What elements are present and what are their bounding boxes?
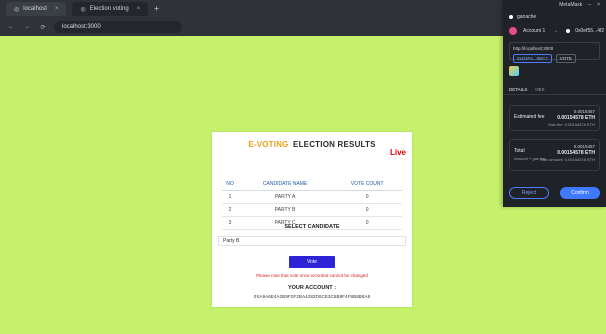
select-candidate-title: SELECT CANDIDATE	[284, 224, 340, 230]
accounts-row: Account 1 → 0x0ef55...4f2	[503, 24, 606, 38]
reject-button[interactable]: Reject	[509, 187, 549, 199]
metamask-popup: MetaMask – × ganache Account 1 → 0x0ef55…	[503, 0, 606, 207]
estimated-fee-eth: 0.00154578 ETH	[557, 115, 595, 121]
confirm-button[interactable]: Confirm	[560, 187, 600, 199]
account-value: 0XA9A6E4A2B9F0F2BA4282D0CE3C5B8F4F8B8B8A…	[253, 294, 371, 299]
cell-votes: 0	[332, 190, 402, 204]
new-tab-icon[interactable]: +	[154, 5, 159, 13]
col-no: NO	[222, 178, 238, 191]
cell-candidate: PARTY B	[237, 203, 333, 217]
account-from: Account 1	[523, 28, 546, 34]
total-usd: 0.0015457	[573, 144, 595, 149]
tab-favicon-icon: ◎	[14, 6, 20, 13]
avatar	[509, 27, 517, 35]
metamask-tabs: DETAILS HEX	[503, 84, 606, 95]
col-votes: VOTE COUNT	[332, 178, 402, 191]
total-label: Total	[514, 148, 525, 154]
address-text: localhost:3000	[62, 24, 101, 30]
metamask-titlebar: MetaMask – ×	[503, 0, 606, 10]
reload-icon[interactable]: ⟳	[38, 24, 48, 31]
close-icon[interactable]: ×	[55, 6, 59, 12]
forward-icon[interactable]: →	[22, 24, 32, 30]
arrow-right-icon: →	[553, 28, 559, 34]
col-candidate: CANDIDATE NAME	[237, 178, 333, 191]
cell-votes: 0	[332, 203, 402, 217]
tab-label: localhost	[23, 6, 47, 12]
voting-card: E-VOTING ELECTION RESULTS Live NO CANDID…	[212, 132, 412, 307]
tab-details[interactable]: DETAILS	[509, 87, 527, 92]
estimated-fee-card: Estimated fee 0.0015457 0.00154578 ETH M…	[509, 105, 600, 131]
candidate-select-value: Party B	[223, 238, 240, 244]
tab-label: Election voting	[89, 6, 129, 12]
network-name: ganache	[517, 14, 537, 20]
contract-pill: 0xD3F6...8BC7 VOTE	[513, 54, 596, 63]
vote-note: Please note that vote once recorded cann…	[256, 273, 368, 278]
back-icon[interactable]: ←	[6, 24, 16, 30]
estimated-fee-max: Max fee: 0.00154578 ETH	[548, 122, 595, 127]
metamask-actions: Reject Confirm	[509, 187, 600, 199]
total-max: Max amount: 0.00154578 ETH	[540, 157, 595, 162]
tab-hex[interactable]: HEX	[535, 87, 544, 92]
close-icon[interactable]: ×	[137, 6, 141, 12]
cell-no: 1	[222, 190, 238, 204]
metamask-title: MetaMask	[559, 2, 583, 8]
total-card: Total Amount + gas fee 0.0015457 0.00154…	[509, 139, 600, 171]
network-dot-icon	[509, 15, 513, 19]
minimize-icon[interactable]: –	[588, 2, 591, 8]
title-evoting: E-VOTING	[248, 140, 289, 149]
site-info: http://localhost:3000 0xD3F6...8BC7 VOTE	[509, 42, 600, 63]
recipient-dot-icon	[566, 29, 571, 33]
candidate-select[interactable]: Party B	[218, 236, 406, 246]
estimated-fee-usd: 0.0015457	[573, 109, 595, 114]
table-row: 1 PARTY A 0	[222, 190, 402, 204]
results-table: NO CANDIDATE NAME VOTE COUNT 1 PARTY A 0…	[222, 178, 402, 230]
close-icon[interactable]: ×	[597, 2, 600, 8]
account-to: 0x0ef55...4f2	[575, 28, 605, 34]
tab-favicon-icon: ◎	[80, 6, 86, 13]
token-icon	[509, 66, 519, 76]
tab-election-voting[interactable]: ◎ Election voting ×	[72, 2, 149, 16]
estimated-fee-label: Estimated fee	[514, 114, 545, 120]
total-eth: 0.00154578 ETH	[557, 150, 595, 156]
page-title: E-VOTING ELECTION RESULTS	[212, 140, 412, 149]
live-badge: Live	[389, 148, 406, 157]
contract-address[interactable]: 0xD3F6...8BC7	[513, 54, 552, 63]
vote-button[interactable]: Vote	[289, 256, 335, 268]
site-url: http://localhost:3000	[513, 46, 554, 51]
method-name: VOTE	[555, 54, 577, 63]
account-label: YOUR ACCOUNT :	[287, 285, 337, 291]
table-header-row: NO CANDIDATE NAME VOTE COUNT	[222, 178, 402, 191]
title-election-results: ELECTION RESULTS	[293, 140, 376, 149]
table-row: 2 PARTY B 0	[222, 203, 402, 217]
cell-no: 2	[222, 203, 238, 217]
tab-localhost[interactable]: ◎ localhost ×	[6, 2, 67, 16]
network-row[interactable]: ganache	[503, 10, 606, 24]
address-bar[interactable]: localhost:3000	[54, 21, 182, 33]
cell-candidate: PARTY A	[237, 190, 333, 204]
